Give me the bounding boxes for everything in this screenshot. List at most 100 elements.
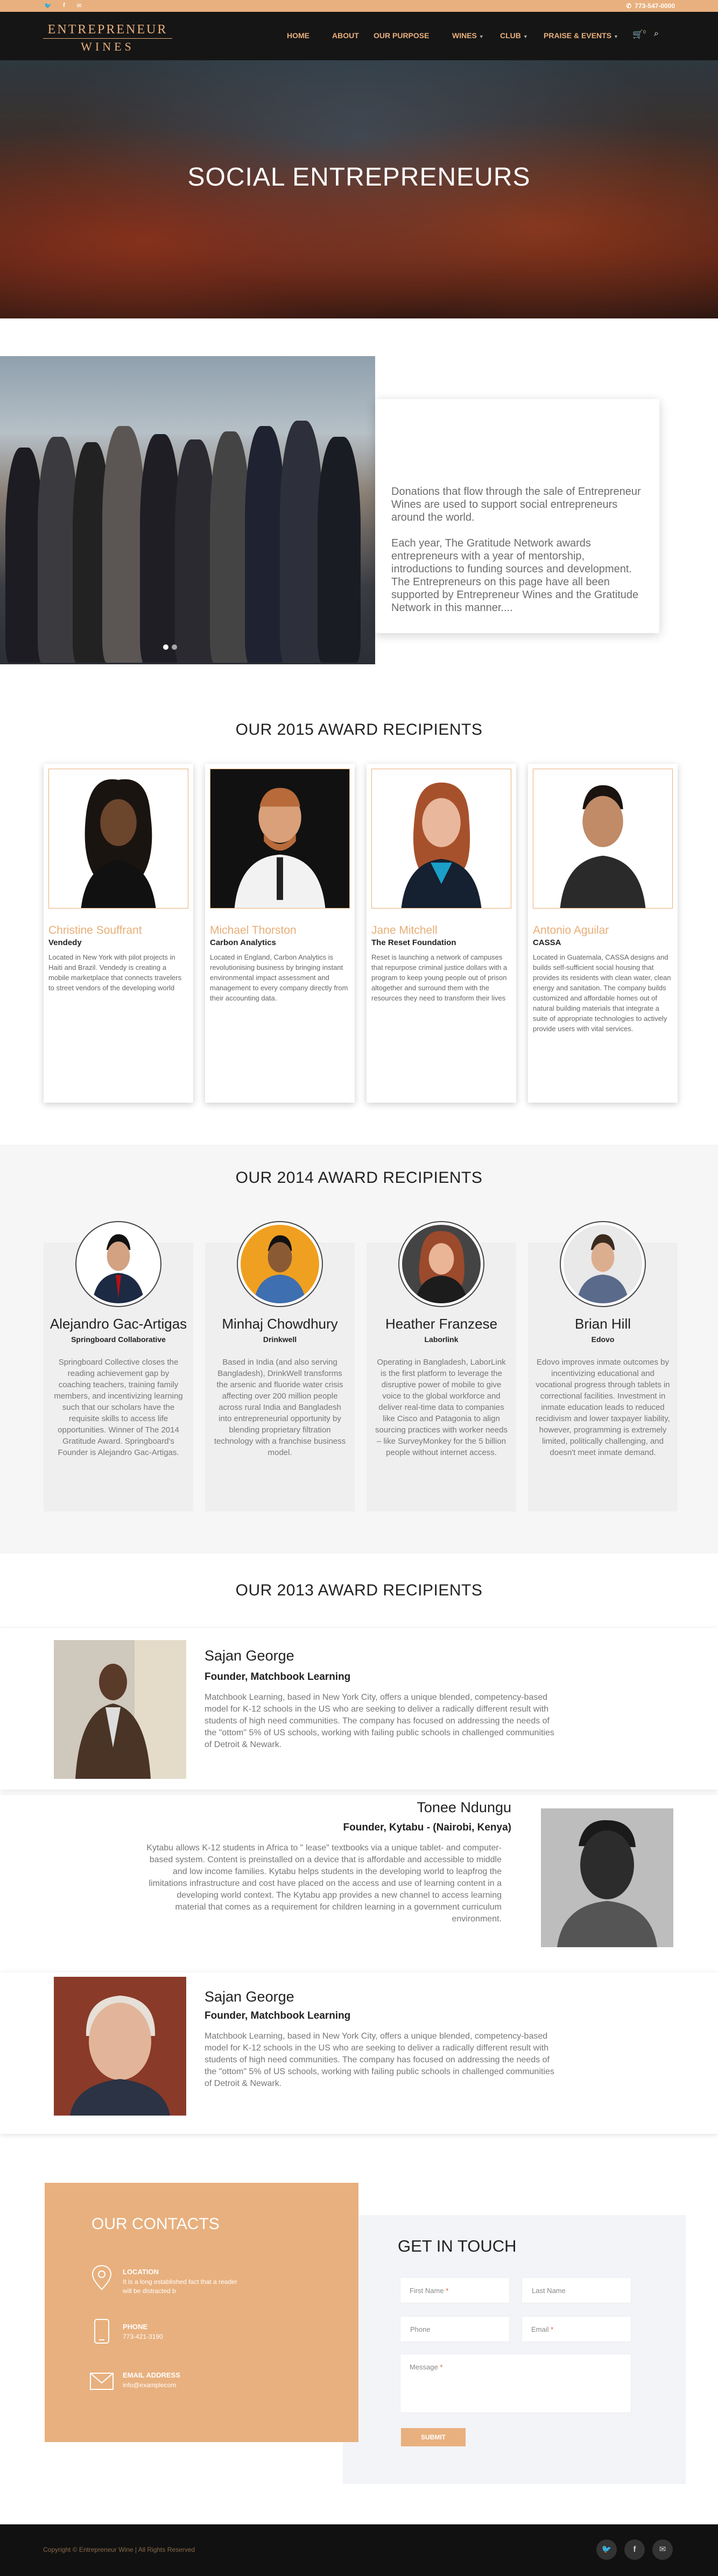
recipient-org: Vendedy [48,938,82,947]
awards-2015-heading: OUR 2015 AWARD RECIPIENTS [235,721,483,739]
intro-paragraph-1: Donations that flow through the sale of … [391,486,641,523]
recipient-description: Based in India (and also serving Banglad… [214,1358,346,1457]
recipient-description: Edovo improves inmate outcomes by incent… [536,1358,670,1457]
phone-input[interactable] [400,2316,510,2342]
recipient-description: Located in New York with pilot projects … [48,953,182,992]
copyright-text: Copyright © Entrepreneur Wine | All Righ… [43,2546,195,2553]
hero-banner: SOCIAL ENTREPRENEURS [0,60,718,318]
chevron-down-icon: ▼ [614,34,618,39]
phone-text: 773-547-0000 [635,2,675,10]
recipient-row: Sajan George Founder, Matchbook Learning… [0,1972,718,2134]
recipient-photo [371,769,511,909]
recipient-org: The Reset Foundation [371,938,456,947]
cart-icon[interactable]: 🛒0 [632,29,646,40]
nav-praise-label: PRAISE & EVENTS [544,31,612,40]
twitter-icon[interactable]: 🐦 [44,2,52,9]
awards-2014-heading: OUR 2014 AWARD RECIPIENTS [235,1169,483,1187]
recipient-card: Heather Franzese Laborlink Operating in … [367,1221,516,1511]
top-bar: 🐦 f ✉ ✆ 773-547-0000 [0,0,718,12]
phone-label: PHONE [123,2323,148,2331]
recipient-description: Operating in Bangladesh, LaborLink is th… [375,1358,508,1457]
search-icon[interactable]: ⌕ [654,29,659,39]
recipient-description: Reset is launching a network of campuses… [371,953,508,1002]
recipient-description: Located in Guatemala, CASSA designs and … [533,953,671,1033]
contacts-panel: OUR CONTACTS LOCATION It is a long estab… [45,2183,358,2442]
mail-icon[interactable]: ✉ [652,2539,673,2560]
slider-dot[interactable] [172,644,177,650]
nav-wines[interactable]: WINES ▼ [452,31,484,40]
location-label: LOCATION [123,2268,159,2276]
main-navigation: ENTREPRENEUR WINES HOME ABOUT OUR PURPOS… [0,12,718,60]
recipient-photo [75,1221,161,1307]
email-label: EMAIL ADDRESS [123,2371,180,2379]
footer: Copyright © Entrepreneur Wine | All Righ… [0,2524,718,2576]
phone-icon [86,2318,118,2349]
recipient-name: Minhaj Chowdhury [222,1316,338,1332]
recipient-photo [541,1808,673,1947]
recipient-name: Michael Thorston [210,924,297,936]
recipient-description: Kytabu allows K-12 students in Africa to… [146,1843,502,1924]
email-input[interactable] [522,2316,631,2342]
recipient-card: Michael Thorston Carbon Analytics Locate… [205,764,355,1103]
group-photo-slider[interactable] [0,356,375,664]
nav-wines-label: WINES [452,31,477,40]
twitter-icon[interactable]: 🐦 [596,2539,617,2560]
logo[interactable]: ENTREPRENEUR WINES [43,23,172,53]
nav-club-label: CLUB [500,31,521,40]
recipient-name: Tonee Ndungu [417,1799,511,1815]
mail-icon[interactable]: ✉ [75,2,83,9]
recipient-name: Sajan George [205,1648,294,1664]
recipient-org: Carbon Analytics [210,938,276,947]
recipient-row: Tonee Ndungu Founder, Kytabu - (Nairobi,… [0,1795,718,1972]
location-icon [86,2265,118,2295]
phone-value[interactable]: 773-421-3190 [123,2332,241,2341]
page-title: SOCIAL ENTREPRENEURS [187,163,531,191]
recipient-photo [237,1221,323,1307]
recipient-photo [560,1221,646,1307]
nav-home[interactable]: HOME [287,31,309,40]
contacts-heading: OUR CONTACTS [91,2215,220,2233]
email-icon [86,2372,118,2395]
recipient-description: Located in England, Carbon Analytics is … [210,953,348,1002]
recipient-card: Brian Hill Edovo Edovo improves inmate o… [528,1221,678,1511]
recipient-photo [54,1977,186,2116]
recipient-org: Springboard Collaborative [71,1335,166,1344]
recipient-photo [48,769,188,909]
message-textarea[interactable] [400,2354,631,2413]
recipient-photo [54,1640,186,1779]
submit-button[interactable]: SUBMIT [401,2428,466,2446]
last-name-input[interactable] [522,2277,631,2303]
intro-card: Donations that flow through the sale of … [375,399,659,633]
recipient-name: Heather Franzese [385,1316,498,1332]
nav-club[interactable]: CLUB ▼ [500,31,528,40]
recipient-name: Sajan George [205,1989,294,2005]
logo-line2: WINES [81,40,135,53]
recipient-org: Edovo [591,1335,615,1344]
slider-dots[interactable] [161,643,179,652]
intro-paragraph-2: Each year, The Gratitude Network awards … [391,537,639,614]
facebook-icon[interactable]: f [60,2,68,9]
nav-about[interactable]: ABOUT [332,31,359,40]
facebook-icon[interactable]: f [624,2539,645,2560]
recipient-card: Jane Mitchell The Reset Foundation Reset… [367,764,516,1103]
form-heading: GET IN TOUCH [398,2237,517,2255]
nav-praise-events[interactable]: PRAISE & EVENTS ▼ [544,31,618,40]
recipient-card: Minhaj Chowdhury Drinkwell Based in Indi… [205,1221,355,1511]
recipient-org: Drinkwell [263,1335,297,1344]
slider-dot[interactable] [163,644,168,650]
chevron-down-icon: ▼ [478,34,484,39]
recipient-description: Springboard Collective closes the readin… [54,1358,183,1457]
recipient-row: Sajan George Founder, Matchbook Learning… [0,1628,718,1790]
recipient-org: CASSA [533,938,561,947]
recipient-photo [210,769,350,909]
recipient-name: Brian Hill [574,1316,631,1332]
logo-line1: ENTREPRENEUR [43,23,172,39]
first-name-input[interactable] [400,2277,510,2303]
nav-our-purpose[interactable]: OUR PURPOSE [374,31,429,40]
contact-form-panel: GET IN TOUCH First Name * Email * Messag… [343,2215,686,2484]
phone-number[interactable]: ✆ 773-547-0000 [626,2,675,10]
recipient-card: Antonio Aguilar CASSA Located in Guatema… [528,764,678,1103]
email-value[interactable]: info@examplecom [123,2381,241,2390]
cart-count: 0 [643,29,646,35]
recipient-photo [533,769,673,909]
